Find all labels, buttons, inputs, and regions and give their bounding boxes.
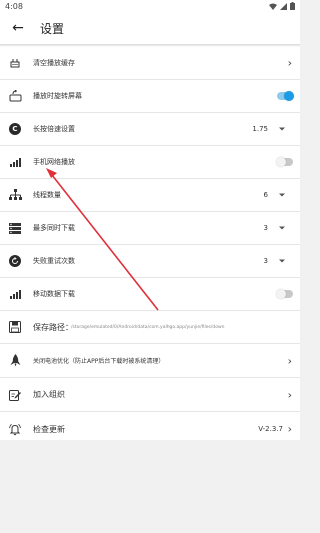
screen-rotation-icon [8, 89, 22, 103]
retry-value: 3 [263, 257, 268, 265]
row-speed[interactable]: C 长按倍速设置 1.75 [0, 113, 300, 146]
toggle-knob [276, 157, 286, 167]
row-battery-optimization[interactable]: 关闭电池优化（防止APP后台下载时被系统清理） › [0, 344, 300, 378]
status-time: 4:08 [5, 1, 23, 11]
row-label: 移动数据下载 [33, 290, 75, 298]
settings-sheet: 4:08 ← 设置 清空播放缓存 › 播放时旋转屏幕 C 长按倍速设置 1.75… [0, 0, 300, 440]
row-label: 加入组织 [33, 390, 65, 399]
mobile-play-toggle[interactable] [276, 157, 293, 167]
row-label: 关闭电池优化（防止APP后台下载时被系统清理） [33, 358, 165, 365]
row-label: 保存路径： [33, 322, 73, 332]
save-path-value: /storage/emulated/0/Android/data/com.yal… [71, 324, 225, 330]
row-label: 检查更新 [33, 424, 65, 434]
chevron-right-icon: › [287, 56, 292, 70]
row-max-downloads[interactable]: 最多同时下载 3 [0, 212, 300, 245]
toggle-knob [284, 91, 294, 101]
row-label: 清空播放缓存 [33, 59, 75, 67]
speed-value: 1.75 [252, 125, 268, 133]
row-join-organization[interactable]: 加入组织 › [0, 378, 300, 412]
dropdown-arrow-icon[interactable] [279, 127, 285, 131]
dropdown-arrow-icon[interactable] [279, 193, 285, 197]
page-title: 设置 [40, 21, 65, 36]
row-rotate-screen[interactable]: 播放时旋转屏幕 [0, 80, 300, 113]
row-label: 线程数量 [33, 191, 61, 199]
chevron-right-icon: › [287, 388, 292, 401]
mobile-download-toggle[interactable] [276, 289, 293, 299]
row-save-path[interactable]: 保存路径： /storage/emulated/0/Android/data/c… [0, 311, 300, 344]
chevron-right-icon: › [287, 422, 292, 436]
settings-list: 清空播放缓存 › 播放时旋转屏幕 C 长按倍速设置 1.75 手机网络播放 线程… [0, 47, 300, 446]
dropdown-arrow-icon[interactable] [279, 226, 285, 230]
rocket-icon [8, 354, 22, 368]
row-label: 失败重试次数 [33, 257, 75, 265]
row-mobile-download[interactable]: 移动数据下载 [0, 278, 300, 311]
dropdown-arrow-icon[interactable] [279, 259, 285, 263]
chevron-right-icon: › [287, 354, 292, 367]
row-label: 最多同时下载 [33, 224, 75, 232]
app-bar: ← 设置 [0, 12, 300, 44]
toggle-knob [276, 289, 286, 299]
row-clear-cache[interactable]: 清空播放缓存 › [0, 47, 300, 80]
threads-value: 6 [263, 191, 268, 199]
row-check-update[interactable]: 检查更新 V-2.3.7 › [0, 412, 300, 446]
broom-icon [8, 56, 22, 70]
floppy-disk-icon [8, 320, 22, 334]
back-arrow-icon[interactable]: ← [10, 20, 26, 36]
row-label: 长按倍速设置 [33, 125, 75, 133]
row-mobile-play[interactable]: 手机网络播放 [0, 146, 300, 179]
wifi-icon [269, 3, 277, 10]
rotate-toggle[interactable] [277, 91, 294, 101]
status-bar: 4:08 [0, 0, 300, 12]
max-downloads-value: 3 [263, 224, 268, 232]
row-label: 手机网络播放 [33, 158, 75, 166]
bell-ring-icon [8, 422, 22, 436]
row-retry[interactable]: 失败重试次数 3 [0, 245, 300, 278]
retry-icon [8, 254, 22, 268]
battery-icon [290, 2, 295, 10]
server-stack-icon [8, 221, 22, 235]
speed-c-icon: C [8, 122, 22, 136]
row-threads[interactable]: 线程数量 6 [0, 179, 300, 212]
signal-bars-icon [8, 155, 22, 169]
version-value: V-2.3.7 [258, 425, 283, 433]
row-label: 播放时旋转屏幕 [33, 92, 82, 100]
status-icons [269, 2, 295, 10]
edit-note-icon [8, 388, 22, 402]
signal-icon [280, 2, 287, 10]
signal-bars-icon [8, 287, 22, 301]
network-tree-icon [8, 188, 22, 202]
